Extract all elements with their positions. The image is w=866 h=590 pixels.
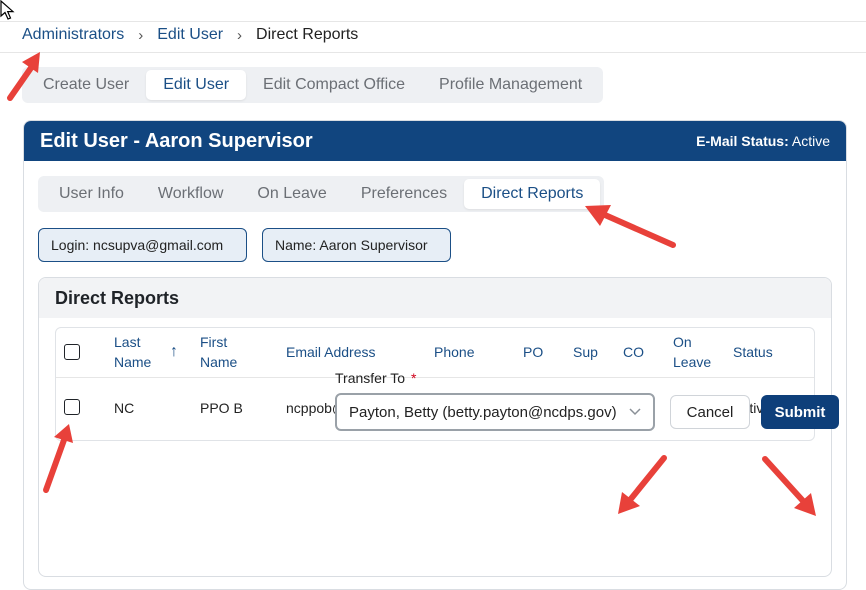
annotation-arrows bbox=[7, 52, 816, 516]
arrow-to-direct-reports-tab-icon bbox=[585, 205, 676, 248]
arrow-to-row-checkbox-icon bbox=[43, 424, 73, 493]
arrow-to-transfer-select-icon bbox=[618, 455, 667, 514]
arrow-to-administrators-icon bbox=[7, 52, 40, 101]
arrow-to-submit-button-icon bbox=[762, 456, 816, 516]
